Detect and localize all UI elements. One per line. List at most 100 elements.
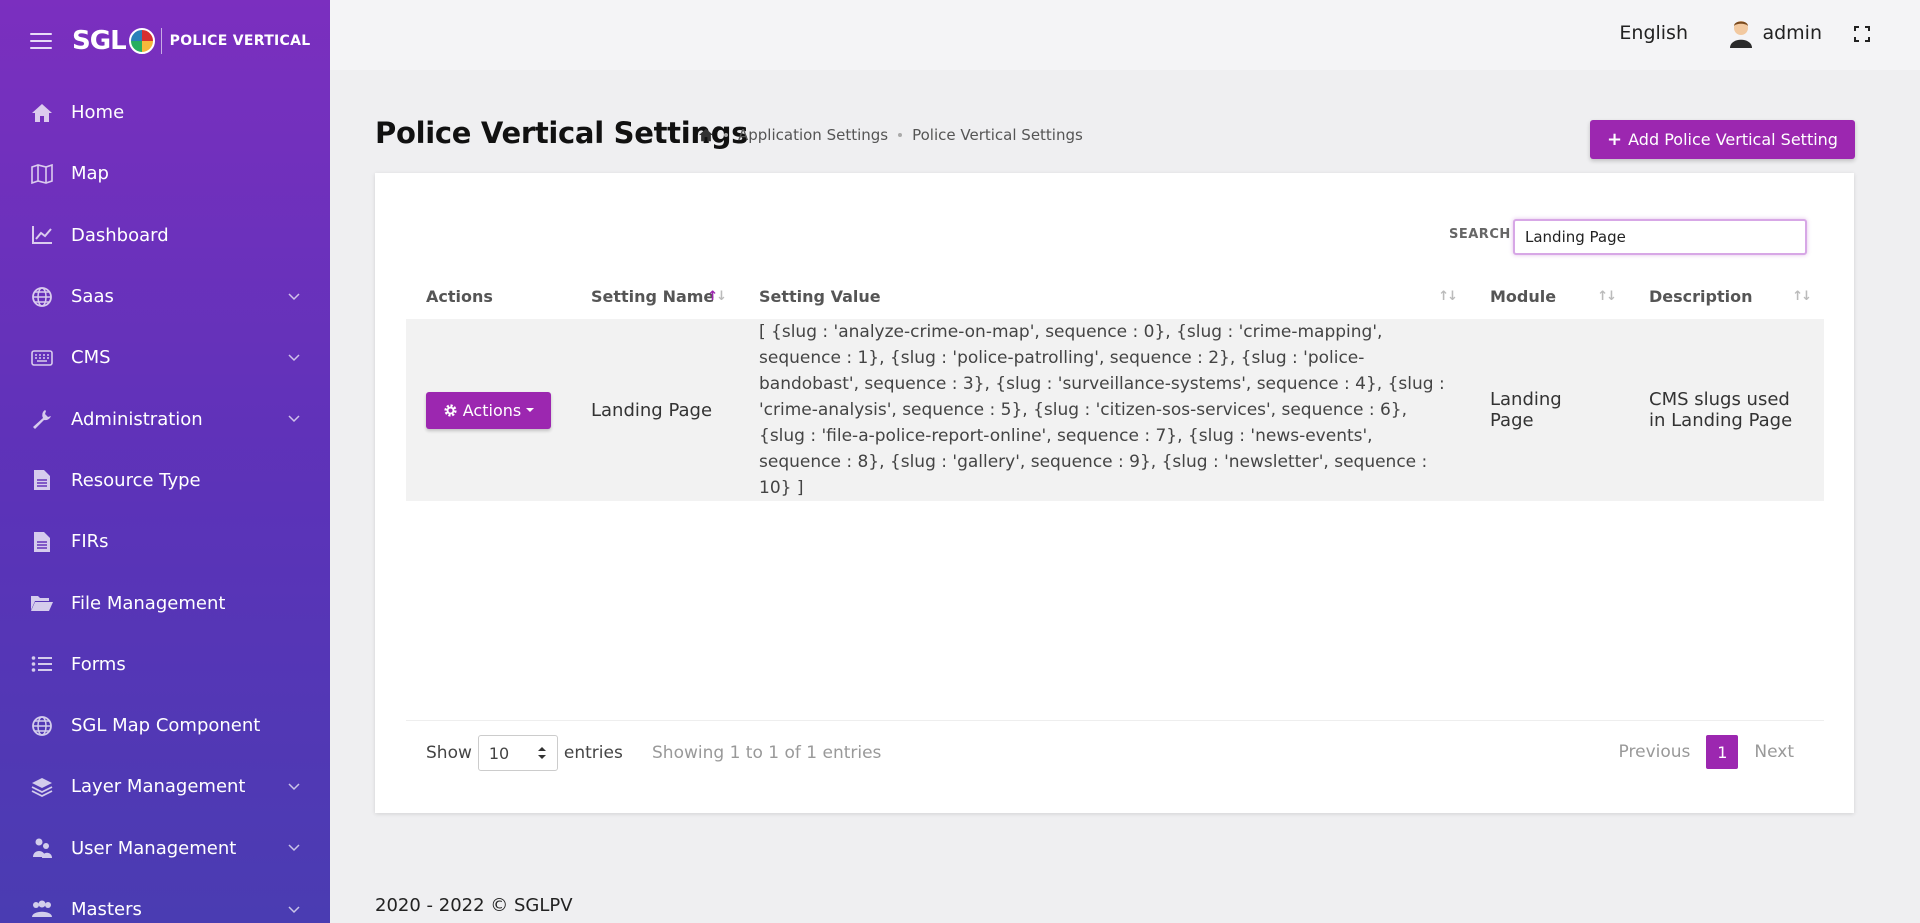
- sidebar-item-label: SGL Map Component: [71, 715, 261, 737]
- table-row: Actions Landing Page [ {slug : 'analyze-…: [406, 319, 1824, 501]
- document-icon: [30, 468, 54, 492]
- document-icon: [30, 530, 54, 554]
- page-length-select[interactable]: 10: [477, 735, 558, 771]
- chevron-down-icon: [288, 844, 300, 852]
- chevron-down-icon: [288, 293, 300, 300]
- sidebar-item-label: Saas: [71, 286, 114, 308]
- settings-table: Actions Setting Name ↑↓ Setting Value ↑↓ M…: [406, 273, 1824, 501]
- sidebar-item-map[interactable]: Map: [0, 143, 330, 204]
- column-header-description[interactable]: Description ↑↓: [1629, 273, 1824, 319]
- sort-icon: ↑↓: [707, 289, 727, 304]
- breadcrumb-item-current: Police Vertical Settings: [912, 126, 1083, 144]
- sidebar-item-label: Layer Management: [71, 776, 246, 798]
- sidebar-item-user-management[interactable]: User Management: [0, 818, 330, 879]
- sidebar-item-firs[interactable]: FIRs: [0, 511, 330, 572]
- copyright: 2020 - 2022 © SGLPV: [375, 895, 573, 916]
- sidebar-item-file-management[interactable]: File Management: [0, 572, 330, 633]
- setting-value-cell: [ {slug : 'analyze-crime-on-map', sequen…: [739, 319, 1470, 501]
- sidebar: SGL POLICE VERTICAL Home Map Dashboard S…: [0, 0, 330, 923]
- globe-icon: [30, 714, 54, 738]
- table-info: Showing 1 to 1 of 1 entries: [652, 743, 882, 763]
- caret-down-icon: [526, 408, 535, 412]
- avatar: [1728, 18, 1754, 48]
- sidebar-item-label: User Management: [71, 837, 237, 859]
- column-header-actions: Actions: [426, 286, 493, 306]
- sidebar-item-label: Resource Type: [71, 469, 201, 491]
- keyboard-icon: [30, 346, 54, 370]
- chart-icon: [30, 223, 54, 247]
- sidebar-item-label: Administration: [71, 408, 203, 430]
- sidebar-item-layer-management[interactable]: Layer Management: [0, 756, 330, 817]
- brand-divider: [160, 28, 162, 54]
- map-icon: [30, 162, 54, 186]
- add-setting-label: Add Police Vertical Setting: [1628, 130, 1838, 149]
- home-icon[interactable]: [698, 128, 714, 142]
- sidebar-item-label: CMS: [71, 347, 111, 369]
- search-label: SEARCH: [1449, 227, 1511, 242]
- sidebar-item-sgl-map-component[interactable]: SGL Map Component: [0, 695, 330, 756]
- folder-icon: [30, 591, 54, 615]
- layers-icon: [30, 775, 54, 799]
- sidebar-item-label: File Management: [71, 592, 226, 614]
- home-icon: [30, 101, 54, 125]
- users-icon: [30, 898, 54, 922]
- breadcrumb-separator: [898, 133, 903, 137]
- sidebar-item-dashboard[interactable]: Dashboard: [0, 205, 330, 266]
- page-button-1[interactable]: 1: [1706, 735, 1739, 769]
- sidebar-item-label: Forms: [71, 653, 126, 675]
- column-header-module[interactable]: Module ↑↓: [1470, 273, 1629, 319]
- logo-ball-icon: [128, 28, 155, 54]
- menu-toggle-icon[interactable]: [30, 33, 52, 49]
- sidebar-item-resource-type[interactable]: Resource Type: [0, 450, 330, 511]
- chevron-down-icon: [288, 415, 300, 423]
- sort-icon: ↑↓: [1597, 289, 1617, 304]
- page-length-control: Show 10 entries: [426, 735, 623, 771]
- brand-subtitle: POLICE VERTICAL: [169, 33, 311, 49]
- sidebar-item-administration[interactable]: Administration: [0, 388, 330, 449]
- sidebar-item-forms[interactable]: Forms: [0, 634, 330, 695]
- sidebar-item-label: Dashboard: [71, 224, 169, 246]
- list-icon: [30, 652, 54, 676]
- next-button[interactable]: Next: [1754, 742, 1794, 762]
- sidebar-item-saas[interactable]: Saas: [0, 266, 330, 327]
- logo-text: SGL: [72, 26, 127, 56]
- globe-icon: [30, 285, 54, 309]
- previous-button[interactable]: Previous: [1619, 742, 1691, 762]
- sidebar-item-label: Map: [71, 163, 109, 185]
- column-header-setting-value[interactable]: Setting Value ↑↓: [739, 273, 1470, 319]
- search-input[interactable]: [1513, 219, 1807, 255]
- username: admin: [1762, 22, 1822, 44]
- column-header-setting-name[interactable]: Setting Name ↑↓: [571, 273, 739, 319]
- chevron-down-icon: [288, 905, 300, 913]
- gear-icon: [444, 403, 457, 417]
- actions-dropdown-button[interactable]: Actions: [426, 391, 551, 429]
- users-icon: [30, 836, 54, 860]
- sort-icon: ↑↓: [1792, 289, 1812, 304]
- description-cell: CMS slugs used in Landing Page: [1629, 319, 1824, 501]
- module-cell: Landing Page: [1470, 319, 1629, 501]
- chevron-down-icon: [288, 354, 300, 361]
- sidebar-item-home[interactable]: Home: [0, 82, 330, 143]
- fullscreen-icon[interactable]: [1854, 26, 1870, 42]
- table-footer: Show 10 entries Showing 1 to 1 of 1 entr…: [406, 720, 1824, 790]
- page-title: Police Vertical Settings: [375, 116, 749, 150]
- sort-icon: ↑↓: [1438, 289, 1458, 304]
- actions-cell: Actions: [406, 319, 571, 501]
- user-menu[interactable]: admin: [1728, 18, 1822, 48]
- breadcrumb-separator: [724, 133, 728, 137]
- settings-card: SEARCH Actions Setting Name↑↓ Setting Va…: [375, 173, 1854, 813]
- sidebar-item-label: FIRs: [71, 531, 109, 553]
- brand-bar: SGL POLICE VERTICAL: [0, 0, 330, 82]
- sidebar-nav: Home Map Dashboard Saas CMS Administrati…: [0, 82, 330, 923]
- pagination: Previous 1 Next: [1619, 735, 1794, 769]
- sidebar-item-label: Masters: [71, 899, 142, 920]
- language-selector[interactable]: English: [1619, 22, 1688, 44]
- table-header-row: Actions Setting Name ↑↓ Setting Value ↑↓ M…: [406, 273, 1824, 319]
- sidebar-item-label: Home: [71, 102, 125, 124]
- breadcrumb-item[interactable]: Application Settings: [738, 126, 888, 144]
- sidebar-item-masters[interactable]: Masters: [0, 879, 330, 923]
- setting-name-cell: Landing Page: [571, 319, 739, 501]
- add-setting-button[interactable]: + Add Police Vertical Setting: [1590, 120, 1855, 159]
- top-bar: English admin: [330, 0, 1920, 70]
- sidebar-item-cms[interactable]: CMS: [0, 327, 330, 388]
